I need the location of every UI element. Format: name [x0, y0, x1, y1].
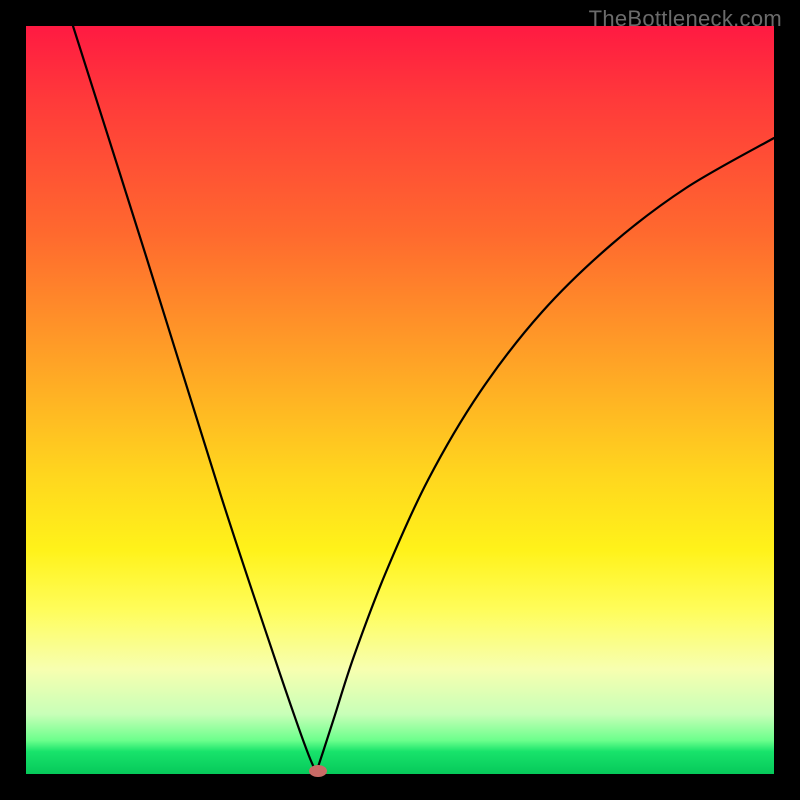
- optimal-point-marker: [309, 765, 327, 777]
- watermark-text: TheBottleneck.com: [589, 6, 782, 32]
- bottleneck-curve: [26, 26, 774, 774]
- plot-area: [26, 26, 774, 774]
